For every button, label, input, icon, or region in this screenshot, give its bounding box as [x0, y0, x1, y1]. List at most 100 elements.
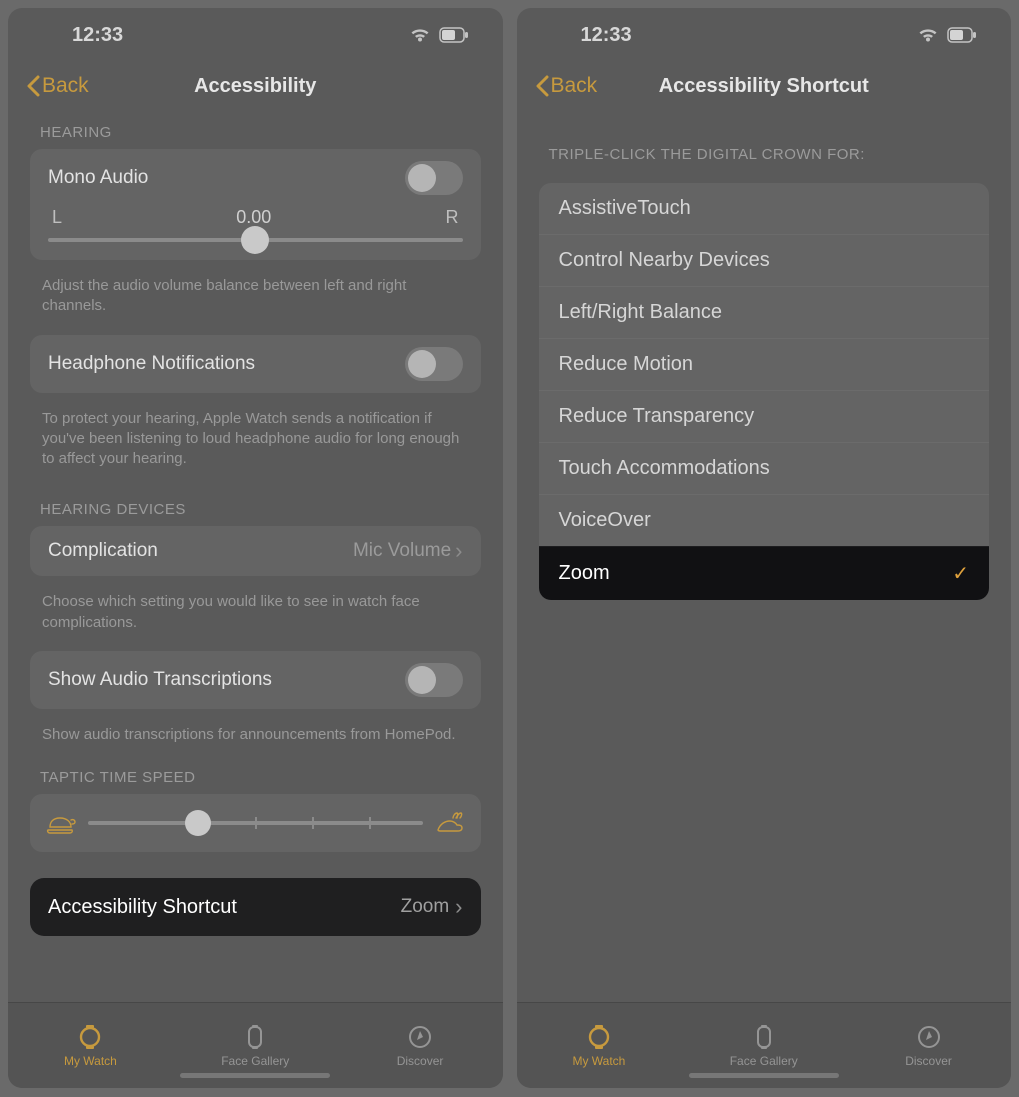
tab-discover[interactable]: Discover	[846, 1003, 1011, 1088]
headphone-notifications-toggle[interactable]	[405, 347, 463, 381]
shortcut-option-label: Touch Accommodations	[559, 457, 770, 480]
phone-accessibility: 12:33 Back Accessibility HEARING Mono Au…	[8, 8, 503, 1088]
balance-left-label: L	[52, 207, 62, 228]
complication-caption: Choose which setting you would like to s…	[30, 584, 481, 651]
content: HEARING Mono Audio L 0.00 R Adjust the a…	[8, 110, 503, 1002]
hearing-devices-header: HEARING DEVICES	[30, 487, 481, 526]
status-bar: 12:33	[517, 8, 1012, 62]
battery-icon	[439, 27, 469, 43]
status-bar: 12:33	[8, 8, 503, 62]
shortcut-option[interactable]: Touch Accommodations	[539, 442, 990, 494]
shortcut-option[interactable]: AssistiveTouch	[539, 183, 990, 234]
headphone-group: Headphone Notifications	[30, 335, 481, 393]
tab-bar: My Watch Face Gallery Discover	[517, 1002, 1012, 1088]
hare-icon	[435, 812, 465, 834]
transcriptions-label: Show Audio Transcriptions	[48, 669, 272, 691]
mono-audio-toggle[interactable]	[405, 161, 463, 195]
shortcut-option[interactable]: Reduce Transparency	[539, 390, 990, 442]
tab-face-gallery-label: Face Gallery	[730, 1054, 798, 1068]
chevron-right-icon: ›	[455, 538, 462, 564]
tab-discover-label: Discover	[905, 1054, 952, 1068]
content: TRIPLE-CLICK THE DIGITAL CROWN FOR: Assi…	[517, 110, 1012, 1002]
shortcut-option-label: Reduce Motion	[559, 353, 694, 376]
taptic-speed-row	[30, 794, 481, 852]
shortcut-option-label: AssistiveTouch	[559, 197, 691, 220]
complication-row[interactable]: Complication Mic Volume ›	[30, 526, 481, 576]
mono-audio-group: Mono Audio L 0.00 R	[30, 149, 481, 260]
wifi-icon	[917, 26, 939, 44]
hearing-header: HEARING	[30, 110, 481, 149]
shortcut-option[interactable]: VoiceOver	[539, 494, 990, 546]
shortcut-option[interactable]: Left/Right Balance	[539, 286, 990, 338]
headphone-notifications-label: Headphone Notifications	[48, 353, 255, 375]
watch-icon	[586, 1024, 612, 1050]
tab-discover-label: Discover	[397, 1054, 444, 1068]
balance-slider-thumb[interactable]	[241, 226, 269, 254]
taptic-slider-thumb[interactable]	[185, 810, 211, 836]
nav-bar: Back Accessibility Shortcut	[517, 62, 1012, 110]
status-time: 12:33	[72, 24, 123, 47]
tab-my-watch[interactable]: My Watch	[8, 1003, 173, 1088]
chevron-left-icon	[26, 75, 40, 97]
balance-right-label: R	[446, 207, 459, 228]
watch-icon	[77, 1024, 103, 1050]
shortcut-option-label: Reduce Transparency	[559, 405, 755, 428]
taptic-header: TAPTIC TIME SPEED	[30, 763, 481, 794]
mono-audio-label: Mono Audio	[48, 167, 148, 189]
home-indicator	[180, 1073, 330, 1078]
headphone-caption: To protect your hearing, Apple Watch sen…	[30, 401, 481, 488]
taptic-slider[interactable]	[88, 821, 423, 825]
shortcut-value: Zoom	[401, 896, 450, 918]
balance-slider[interactable]	[48, 238, 463, 242]
transcriptions-toggle[interactable]	[405, 663, 463, 697]
chevron-left-icon	[535, 75, 549, 97]
back-button[interactable]: Back	[535, 74, 598, 98]
shortcut-list-header: TRIPLE-CLICK THE DIGITAL CROWN FOR:	[539, 110, 990, 171]
status-icons	[409, 26, 469, 44]
face-gallery-icon	[242, 1024, 268, 1050]
show-audio-transcriptions-row: Show Audio Transcriptions	[30, 651, 481, 709]
complication-value: Mic Volume	[353, 540, 451, 562]
balance-value: 0.00	[236, 207, 271, 228]
accessibility-shortcut-row[interactable]: Accessibility Shortcut Zoom ›	[30, 878, 481, 936]
balance-caption: Adjust the audio volume balance between …	[30, 268, 481, 335]
back-label: Back	[42, 74, 89, 98]
tab-discover[interactable]: Discover	[338, 1003, 503, 1088]
transcriptions-group: Show Audio Transcriptions	[30, 651, 481, 709]
compass-icon	[407, 1024, 433, 1050]
shortcut-option[interactable]: Control Nearby Devices	[539, 234, 990, 286]
face-gallery-icon	[751, 1024, 777, 1050]
balance-row: L 0.00 R	[30, 207, 481, 260]
headphone-notifications-row: Headphone Notifications	[30, 335, 481, 393]
phone-accessibility-shortcut: 12:33 Back Accessibility Shortcut TRIPLE…	[517, 8, 1012, 1088]
complication-group: Complication Mic Volume ›	[30, 526, 481, 576]
shortcut-label: Accessibility Shortcut	[48, 896, 237, 919]
wifi-icon	[409, 26, 431, 44]
tab-bar: My Watch Face Gallery Discover	[8, 1002, 503, 1088]
back-label: Back	[551, 74, 598, 98]
status-time: 12:33	[581, 24, 632, 47]
tab-my-watch-label: My Watch	[64, 1054, 117, 1068]
check-icon: ✓	[952, 561, 969, 586]
status-icons	[917, 26, 977, 44]
home-indicator	[689, 1073, 839, 1078]
tab-my-watch[interactable]: My Watch	[517, 1003, 682, 1088]
complication-label: Complication	[48, 540, 158, 562]
shortcut-option[interactable]: Reduce Motion	[539, 338, 990, 390]
tab-my-watch-label: My Watch	[572, 1054, 625, 1068]
shortcut-option-label: Control Nearby Devices	[559, 249, 770, 272]
shortcut-option-label: Zoom	[559, 562, 610, 585]
compass-icon	[916, 1024, 942, 1050]
shortcut-option[interactable]: Zoom ✓	[539, 546, 990, 600]
shortcut-option-label: VoiceOver	[559, 509, 651, 532]
tortoise-icon	[46, 812, 76, 834]
battery-icon	[947, 27, 977, 43]
mono-audio-row: Mono Audio	[30, 149, 481, 207]
shortcut-option-label: Left/Right Balance	[559, 301, 722, 324]
shortcut-list: AssistiveTouch Control Nearby Devices Left…	[539, 183, 990, 600]
transcriptions-caption: Show audio transcriptions for announceme…	[30, 717, 481, 763]
tab-face-gallery-label: Face Gallery	[221, 1054, 289, 1068]
nav-bar: Back Accessibility	[8, 62, 503, 110]
back-button[interactable]: Back	[26, 74, 89, 98]
chevron-right-icon: ›	[455, 894, 462, 920]
